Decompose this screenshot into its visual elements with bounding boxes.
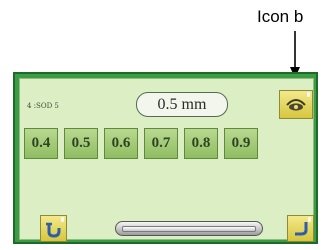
current-value-display: 0.5 mm bbox=[136, 92, 228, 117]
key-mark bbox=[307, 92, 310, 97]
eye-icon bbox=[286, 98, 306, 111]
adjust-slider[interactable] bbox=[115, 221, 263, 236]
key-mark bbox=[308, 217, 311, 222]
option-key-0-9[interactable]: 0.9 bbox=[224, 128, 258, 159]
option-key-0-4[interactable]: 0.4 bbox=[24, 128, 58, 159]
presser-foot-icon bbox=[45, 222, 60, 238]
lcd-screen: 4 :SOD 5 0.5 mm 0.4 0.5 0.6 0.7 0.8 0.9 bbox=[19, 78, 314, 242]
key-mark bbox=[61, 217, 64, 222]
return-arrow-icon bbox=[294, 221, 307, 235]
option-key-0-6[interactable]: 0.6 bbox=[104, 128, 138, 159]
setting-code: 4 :SOD 5 bbox=[27, 102, 59, 110]
return-button[interactable] bbox=[287, 215, 314, 242]
control-panel: 4 :SOD 5 0.5 mm 0.4 0.5 0.6 0.7 0.8 0.9 bbox=[13, 72, 318, 244]
presser-foot-button[interactable] bbox=[40, 215, 67, 242]
eye-button[interactable] bbox=[279, 90, 313, 119]
option-key-0-8[interactable]: 0.8 bbox=[184, 128, 218, 159]
option-key-0-7[interactable]: 0.7 bbox=[144, 128, 178, 159]
option-key-0-5[interactable]: 0.5 bbox=[64, 128, 98, 159]
slider-groove bbox=[122, 226, 256, 232]
callout-label: Icon b bbox=[257, 7, 304, 26]
